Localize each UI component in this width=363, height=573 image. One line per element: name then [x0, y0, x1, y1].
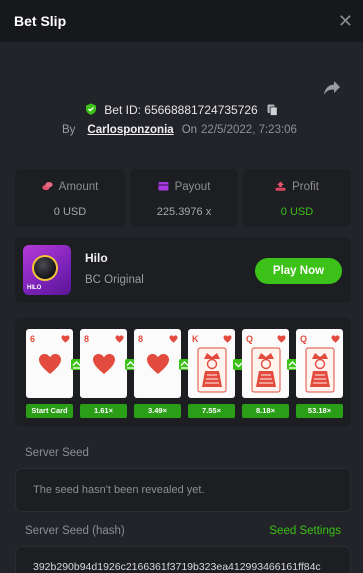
heart-suit-icon [93, 354, 115, 374]
card-multiplier: 1.61× [80, 404, 127, 418]
game-name: Hilo [85, 251, 108, 265]
profit-label-row: Profit [243, 181, 351, 193]
payout-value: 225.3976 x [156, 206, 212, 218]
server-seed-value: The seed hasn't been revealed yet. [33, 484, 205, 496]
bet-byline: By Carlosponzonia On 22/5/2022, 7:23:06 [62, 124, 297, 136]
on-label: On [181, 124, 198, 136]
card-rank: Q [300, 334, 308, 344]
card-rank: K [192, 334, 199, 344]
heart-suit-icon [115, 335, 124, 343]
heart-suit-icon [223, 335, 232, 343]
bet-slip-header: Bet Slip ✕ [0, 0, 363, 42]
username-link[interactable]: Carlosponzonia [87, 124, 173, 136]
card-multiplier: 7.55× [188, 404, 235, 418]
heart-suit-icon [147, 354, 169, 374]
amount-value: 0 USD [53, 206, 87, 218]
card-multiplier: 3.49× [134, 404, 181, 418]
heart-suit-icon [331, 335, 340, 343]
wallet-icon [158, 182, 169, 191]
history-card: Q [242, 329, 289, 398]
heart-suit-icon [61, 335, 70, 343]
history-card: 6 [26, 329, 73, 398]
amount-stat: Amount 0 USD [15, 169, 125, 227]
bet-id-line: Bet ID: 65668881724735726 [0, 103, 363, 117]
close-icon[interactable]: ✕ [338, 12, 353, 30]
heart-suit-icon [169, 335, 178, 343]
hilo-logo: HILO [23, 245, 71, 295]
bet-datetime: 22/5/2022, 7:23:06 [201, 124, 297, 136]
server-seed-label: Server Seed [25, 447, 89, 459]
history-card: Q [296, 329, 343, 398]
share-icon[interactable] [323, 80, 341, 96]
payout-label-row: Payout [130, 181, 238, 193]
face-card-art [197, 347, 227, 393]
profit-label: Profit [292, 181, 319, 193]
payout-label: Payout [174, 181, 211, 193]
card-rank: 8 [84, 334, 90, 344]
card-rank: Q [246, 334, 254, 344]
by-label: By [62, 124, 76, 136]
heart-suit-icon [39, 354, 61, 374]
coins-icon [42, 182, 53, 191]
payout-stat: Payout 225.3976 x [130, 169, 238, 227]
shield-check-icon [85, 103, 96, 115]
server-seed-field: The seed hasn't been revealed yet. [15, 468, 351, 512]
copy-icon[interactable] [267, 104, 278, 116]
card-rank: 6 [30, 334, 36, 344]
history-card: 8 [134, 329, 181, 398]
logo-tag: HILO [27, 285, 42, 291]
card-rank: 8 [138, 334, 144, 344]
bet-id: Bet ID: 65668881724735726 [104, 103, 258, 117]
server-seed-hash-value: 392b290b94d1926c2166361f3719b323ea412993… [33, 561, 321, 573]
server-seed-hash-field[interactable]: 392b290b94d1926c2166361f3719b323ea412993… [15, 546, 351, 573]
game-provider: BC Original [85, 274, 144, 286]
amount-label: Amount [58, 181, 99, 193]
ball-icon [32, 255, 58, 281]
face-card-art [251, 347, 281, 393]
card-multiplier: 53.18× [296, 404, 343, 418]
card-history: 6 Start Card 8 1.61× 8 3.49× K 7.55× Q 8… [15, 318, 351, 426]
history-card: 8 [80, 329, 127, 398]
card-multiplier: 8.18× [242, 404, 289, 418]
profit-value: 0 USD [280, 206, 314, 218]
server-seed-hash-label: Server Seed (hash) [25, 525, 125, 537]
history-card: K [188, 329, 235, 398]
seed-settings-link[interactable]: Seed Settings [269, 525, 341, 537]
amount-label-row: Amount [15, 181, 125, 193]
heart-suit-icon [277, 335, 286, 343]
play-now-button[interactable]: Play Now [255, 258, 342, 284]
face-card-art [305, 347, 335, 393]
profit-stat: Profit 0 USD [243, 169, 351, 227]
card-multiplier: Start Card [26, 404, 73, 418]
game-card: HILO Hilo BC Original Play Now [15, 237, 351, 303]
profit-icon [275, 181, 286, 191]
bet-slip-title: Bet Slip [14, 13, 67, 29]
